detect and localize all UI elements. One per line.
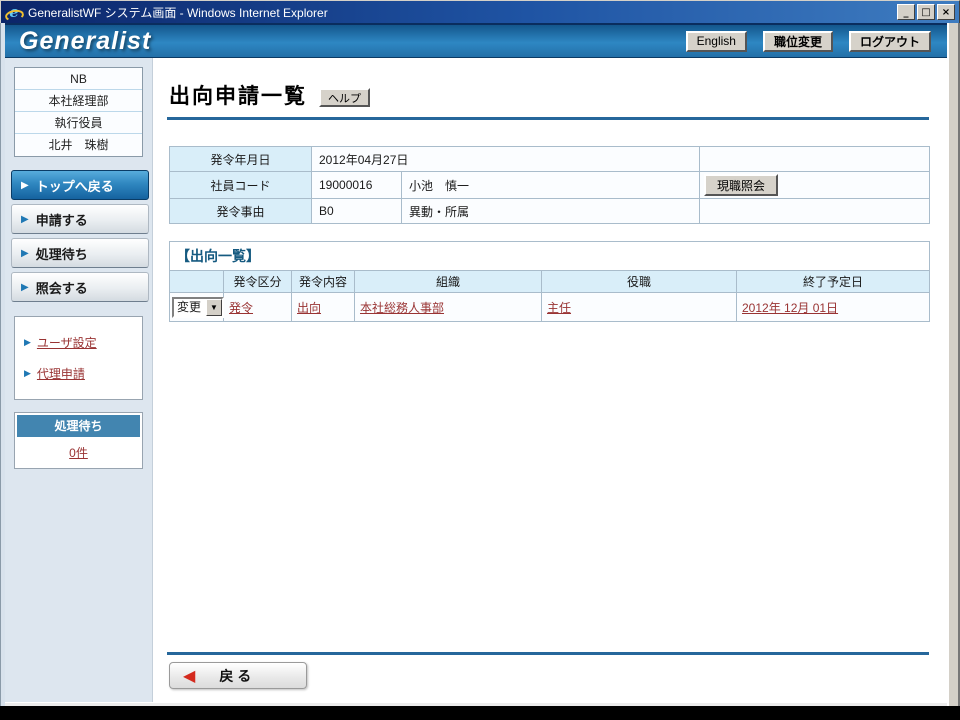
- role-cell: 主任: [542, 293, 737, 322]
- table-row: 発令年月日 2012年04月27日: [170, 147, 930, 172]
- main-content: 出向申請一覧 ヘルプ 発令年月日 2012年04月27日 社員コード: [153, 58, 947, 702]
- user-info-name: 北井 珠樹: [15, 134, 142, 156]
- column-header-end-date: 終了予定日: [737, 271, 930, 293]
- app-header: Generalist English 職位変更 ログアウト: [5, 23, 947, 58]
- sidebar-link-row: ▶ 代理申請: [24, 365, 138, 382]
- english-button[interactable]: English: [686, 31, 747, 52]
- end-date-link[interactable]: 2012年 12月 01日: [742, 301, 838, 315]
- table-row: 【出向一覧】: [170, 242, 930, 271]
- page-title: 出向申請一覧: [169, 80, 307, 110]
- generalist-logo: Generalist: [19, 27, 151, 56]
- sidebar-item-apply[interactable]: ▶ 申請する: [11, 204, 149, 234]
- sidebar-item-label: 申請する: [36, 210, 88, 229]
- sidebar-item-label: 処理待ち: [36, 244, 88, 263]
- user-settings-link[interactable]: ユーザ設定: [37, 334, 97, 351]
- close-button[interactable]: ×: [937, 4, 955, 20]
- proxy-application-link[interactable]: 代理申請: [37, 365, 85, 382]
- internet-explorer-icon: e: [5, 3, 23, 21]
- pending-count-link[interactable]: 0件: [17, 437, 140, 466]
- order-content-link[interactable]: 出向: [297, 301, 321, 315]
- order-date-value: 2012年04月27日: [312, 147, 700, 172]
- reason-value: 異動・所属: [402, 199, 700, 224]
- maximize-button[interactable]: □: [917, 4, 935, 20]
- window-frame-right: [947, 23, 960, 706]
- column-header-order-content: 発令内容: [292, 271, 355, 293]
- back-button-label: 戻 る: [219, 666, 251, 686]
- info-label: 発令事由: [170, 199, 312, 224]
- current-position-button[interactable]: 現職照会: [704, 174, 778, 196]
- sidebar-link-row: ▶ ユーザ設定: [24, 334, 138, 351]
- role-link[interactable]: 主任: [547, 301, 571, 315]
- column-header-order-type: 発令区分: [224, 271, 292, 293]
- secondment-list-table: 【出向一覧】 発令区分 発令内容 組織 役職 終了予定日: [169, 241, 930, 322]
- nav-arrow-icon: ▶: [21, 180, 29, 191]
- change-select[interactable]: 変更 ▼: [172, 297, 224, 318]
- nav-arrow-icon: ▶: [21, 282, 29, 293]
- logout-button[interactable]: ログアウト: [849, 31, 931, 52]
- window-titlebar: e GeneralistWF システム画面 - Windows Internet…: [0, 0, 960, 23]
- window-title: GeneralistWF システム画面 - Windows Internet E…: [28, 4, 892, 21]
- table-header-row: 発令区分 発令内容 組織 役職 終了予定日: [170, 271, 930, 293]
- sidebar: NB 本社経理部 執行役員 北井 珠樹 ▶ トップへ戻る ▶ 申請する: [5, 58, 153, 702]
- window-frame-bottom: [5, 702, 947, 706]
- order-content-cell: 出向: [292, 293, 355, 322]
- sidebar-item-inquire[interactable]: ▶ 照会する: [11, 272, 149, 302]
- sidebar-item-pending[interactable]: ▶ 処理待ち: [11, 238, 149, 268]
- section-title: 【出向一覧】: [170, 242, 930, 271]
- user-info-company: NB: [15, 68, 142, 90]
- order-type-link[interactable]: 発令: [229, 301, 253, 315]
- position-change-button[interactable]: 職位変更: [763, 31, 833, 52]
- employee-name-value: 小池 慎一: [402, 172, 700, 199]
- employee-code-value: 19000016: [312, 172, 402, 199]
- empty-cell: [700, 199, 930, 224]
- column-header-role: 役職: [542, 271, 737, 293]
- table-row: 変更 ▼ 発令 出向 本社総務人事部 主任 2012年 12月 01日: [170, 293, 930, 322]
- end-date-cell: 2012年 12月 01日: [737, 293, 930, 322]
- back-arrow-icon: ◀: [183, 666, 195, 686]
- pending-box: 処理待ち 0件: [14, 412, 143, 469]
- back-button[interactable]: ◀ 戻 る: [169, 662, 307, 689]
- sidebar-item-label: 照会する: [36, 278, 88, 297]
- order-type-cell: 発令: [224, 293, 292, 322]
- help-button[interactable]: ヘルプ: [319, 88, 370, 107]
- window-controls: _ □ ×: [897, 4, 955, 20]
- nav-arrow-icon: ▶: [21, 248, 29, 259]
- sidebar-item-back-to-top[interactable]: ▶ トップへ戻る: [11, 170, 149, 200]
- minimize-button[interactable]: _: [897, 4, 915, 20]
- title-divider: [167, 117, 929, 120]
- sidebar-links-box: ▶ ユーザ設定 ▶ 代理申請: [14, 316, 143, 400]
- screen: e GeneralistWF システム画面 - Windows Internet…: [0, 0, 960, 720]
- header-buttons: English 職位変更 ログアウト: [686, 31, 937, 52]
- sidebar-item-label: トップへ戻る: [36, 176, 114, 195]
- user-info-title: 執行役員: [15, 112, 142, 134]
- organization-link[interactable]: 本社総務人事部: [360, 301, 444, 315]
- nav-arrow-icon: ▶: [21, 214, 29, 225]
- empty-cell: [700, 147, 930, 172]
- table-row: 発令事由 B0 異動・所属: [170, 199, 930, 224]
- bottom-divider: [167, 652, 929, 655]
- reason-code-value: B0: [312, 199, 402, 224]
- organization-cell: 本社総務人事部: [355, 293, 542, 322]
- info-label: 発令年月日: [170, 147, 312, 172]
- column-header-organization: 組織: [355, 271, 542, 293]
- sidebar-nav: ▶ トップへ戻る ▶ 申請する ▶ 処理待ち ▶: [11, 170, 149, 302]
- table-row: 社員コード 19000016 小池 慎一 現職照会: [170, 172, 930, 199]
- change-select-value: 変更: [174, 299, 206, 316]
- info-label: 社員コード: [170, 172, 312, 199]
- chevron-down-icon[interactable]: ▼: [206, 299, 222, 316]
- order-info-table: 発令年月日 2012年04月27日 社員コード 19000016 小池 慎一 現…: [169, 146, 930, 224]
- pending-box-title: 処理待ち: [17, 415, 140, 437]
- action-cell: 現職照会: [700, 172, 930, 199]
- user-info-department: 本社経理部: [15, 90, 142, 112]
- spacer: [167, 322, 933, 652]
- user-info-box: NB 本社経理部 執行役員 北井 珠樹: [14, 67, 143, 157]
- nav-arrow-icon: ▶: [24, 368, 31, 379]
- select-cell: 変更 ▼: [170, 293, 224, 322]
- nav-arrow-icon: ▶: [24, 337, 31, 348]
- column-header-empty: [170, 271, 224, 293]
